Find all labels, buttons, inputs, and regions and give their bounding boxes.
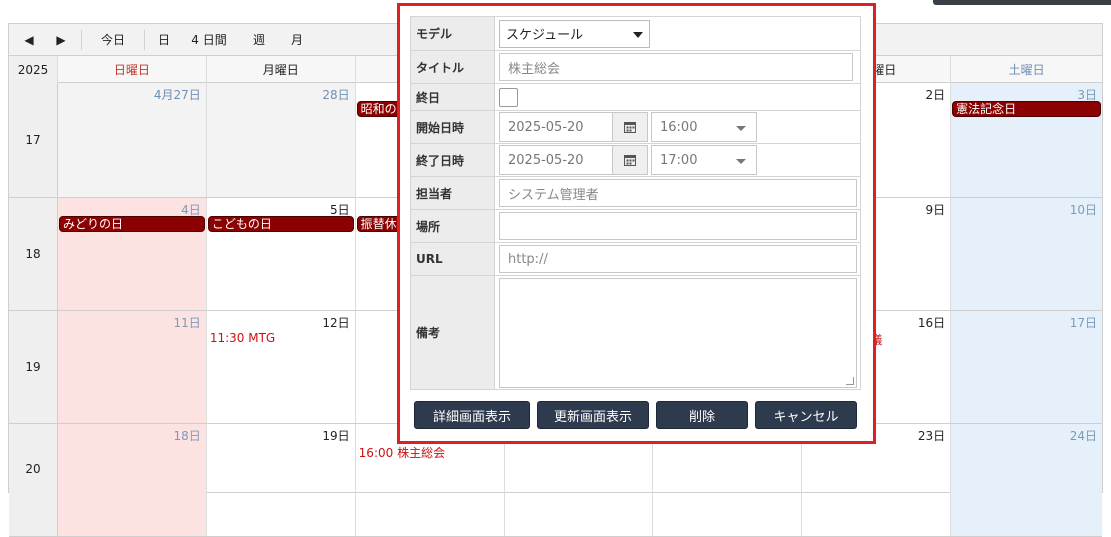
end-label: 終了日時 xyxy=(411,144,495,176)
prev-icon: ◀ xyxy=(24,32,34,47)
end-date-picker-button[interactable] xyxy=(613,145,648,175)
form-row-allday: 終日 xyxy=(411,84,860,111)
start-date-input[interactable]: 2025-05-20 xyxy=(499,112,613,142)
day-number: 17日 xyxy=(1069,316,1097,330)
year-label: 2025 xyxy=(9,56,58,83)
delete-button[interactable]: 削除 xyxy=(656,401,748,429)
day-number: 4月27日 xyxy=(153,88,201,102)
title-label: タイトル xyxy=(411,51,495,83)
popup-actions: 詳細画面表示 更新画面表示 削除 キャンセル xyxy=(414,401,857,429)
day-number: 12日 xyxy=(322,316,350,330)
end-time-value: 17:00 xyxy=(660,152,698,168)
place-input[interactable] xyxy=(499,212,857,240)
day-cell[interactable]: 24日 xyxy=(951,424,1102,536)
title-input[interactable]: 株主総会 xyxy=(499,53,853,81)
form-row-url: URL http:// xyxy=(411,243,860,276)
allday-checkbox[interactable] xyxy=(499,87,518,107)
end-time-select[interactable]: 17:00 xyxy=(651,145,757,175)
four-day-view-button[interactable]: 4 日間 xyxy=(183,27,235,53)
notes-textarea[interactable] xyxy=(499,277,857,388)
form-row-place: 場所 xyxy=(411,210,860,243)
month-view-button[interactable]: 月 xyxy=(283,27,311,53)
assignee-label: 担当者 xyxy=(411,177,495,209)
form-row-title: タイトル 株主総会 xyxy=(411,51,860,84)
start-time-value: 16:00 xyxy=(660,119,698,135)
today-button[interactable]: 今日 xyxy=(88,27,138,53)
week-number: 18 xyxy=(9,198,58,310)
week-view-button[interactable]: 週 xyxy=(243,27,275,53)
form-row-end: 終了日時 2025-05-20 17:00 xyxy=(411,144,860,177)
holiday-event[interactable]: 憲法記念日 xyxy=(952,101,1101,117)
day-number: 19日 xyxy=(322,429,350,443)
end-date-input[interactable]: 2025-05-20 xyxy=(499,145,613,175)
model-select[interactable]: スケジュール xyxy=(499,19,650,48)
week-number: 20 xyxy=(9,424,58,536)
day-cell[interactable]: 5日 こどもの日 xyxy=(207,198,356,310)
next-button[interactable]: ▶ xyxy=(47,27,75,53)
form-row-notes: 備考 xyxy=(411,276,860,390)
calendar-icon xyxy=(624,155,636,166)
detail-view-button[interactable]: 詳細画面表示 xyxy=(414,401,530,429)
start-date-picker-button[interactable] xyxy=(613,112,648,142)
day-number: 10日 xyxy=(1069,203,1097,217)
event-item[interactable]: 11:30 MTG xyxy=(210,331,275,345)
day-cell[interactable]: 4日 みどりの日 xyxy=(57,198,207,310)
holiday-event[interactable]: みどりの日 xyxy=(58,216,205,232)
day-number: 28日 xyxy=(322,88,350,102)
day-number: 11日 xyxy=(173,316,201,330)
form-row-model: モデル スケジュール xyxy=(411,17,860,51)
week-number: 17 xyxy=(9,83,58,197)
assignee-input[interactable]: システム管理者 xyxy=(499,179,857,207)
header-sunday: 日曜日 xyxy=(58,56,207,83)
notes-label: 備考 xyxy=(411,276,495,389)
day-cell[interactable]: 4月27日 xyxy=(57,83,207,197)
header-monday: 月曜日 xyxy=(207,56,356,83)
divider xyxy=(81,29,82,50)
day-cell[interactable]: 17日 xyxy=(951,311,1102,423)
prev-button[interactable]: ◀ xyxy=(15,27,43,53)
model-select-value: スケジュール xyxy=(506,28,584,43)
chevron-down-icon xyxy=(736,159,746,164)
day-cell[interactable]: 18日 xyxy=(57,424,207,536)
divider xyxy=(144,29,145,50)
day-view-button[interactable]: 日 xyxy=(151,27,177,53)
event-item[interactable]: 16:00 株主総会 xyxy=(359,444,445,461)
day-cell[interactable]: 28日 xyxy=(206,83,356,197)
calendar-icon xyxy=(624,122,636,133)
schedule-form: モデル スケジュール タイトル 株主総会 終日 開始日時 2025-05-20 xyxy=(410,16,861,390)
chevron-down-icon xyxy=(736,126,746,131)
header-saturday: 土曜日 xyxy=(1008,63,1045,77)
day-number: 16日 xyxy=(917,316,946,330)
day-number: 24日 xyxy=(1069,429,1097,443)
header-bar-fragment xyxy=(933,0,1111,5)
allday-label: 終日 xyxy=(411,84,495,110)
form-row-start: 開始日時 2025-05-20 16:00 xyxy=(411,111,860,144)
day-cell[interactable]: 12日 11:30 MTG xyxy=(207,311,356,423)
schedule-popup: モデル スケジュール タイトル 株主総会 終日 開始日時 2025-05-20 xyxy=(397,3,876,444)
week-number: 19 xyxy=(9,311,58,423)
day-number: 2日 xyxy=(925,88,946,102)
start-time-select[interactable]: 16:00 xyxy=(651,112,757,142)
update-view-button[interactable]: 更新画面表示 xyxy=(537,401,649,429)
form-row-assignee: 担当者 システム管理者 xyxy=(411,177,860,210)
day-cell[interactable]: 10日 xyxy=(951,198,1102,310)
day-number: 18日 xyxy=(173,429,201,443)
day-number: 9日 xyxy=(925,203,946,217)
start-label: 開始日時 xyxy=(411,111,495,143)
day-number: 23日 xyxy=(917,429,946,443)
next-icon: ▶ xyxy=(56,32,66,47)
day-cell[interactable]: 11日 xyxy=(57,311,207,423)
cancel-button[interactable]: キャンセル xyxy=(755,401,857,429)
day-cell[interactable]: 3日 憲法記念日 xyxy=(951,83,1102,197)
holiday-event[interactable]: こどもの日 xyxy=(207,216,354,232)
place-label: 場所 xyxy=(411,210,495,242)
url-input[interactable]: http:// xyxy=(499,245,857,273)
chevron-down-icon xyxy=(633,31,643,38)
model-label: モデル xyxy=(411,17,495,50)
resize-handle-icon[interactable] xyxy=(846,376,854,385)
day-cell[interactable]: 19日 xyxy=(207,424,356,536)
url-label: URL xyxy=(411,243,495,275)
